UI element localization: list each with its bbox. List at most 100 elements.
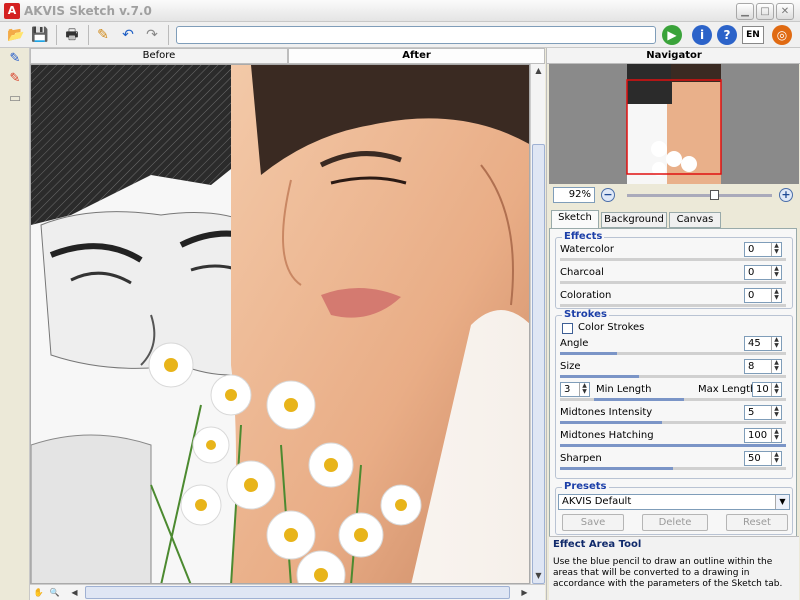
- slider-fill: [560, 467, 673, 470]
- pencil-icon[interactable]: ✎: [93, 25, 113, 45]
- spin-arrows-icon[interactable]: ▲ ▼: [771, 406, 781, 419]
- zoom-out-icon[interactable]: −: [601, 188, 615, 202]
- close-button[interactable]: ✕: [776, 3, 794, 20]
- coloration-spinbox[interactable]: 0 ▲ ▼: [744, 288, 782, 303]
- size-spinbox[interactable]: 8 ▲ ▼: [744, 359, 782, 374]
- delete-preset-button[interactable]: Delete: [642, 514, 708, 531]
- spin-arrows-icon[interactable]: ▲ ▼: [771, 266, 781, 279]
- tab-before[interactable]: Before: [30, 48, 288, 64]
- watercolor-spinbox[interactable]: 0 ▲ ▼: [744, 242, 782, 257]
- spin-arrows-icon[interactable]: ▲ ▼: [771, 452, 781, 465]
- param-coloration: Coloration 0 ▲ ▼: [558, 288, 790, 310]
- midtones-hatching-slider[interactable]: [560, 444, 786, 447]
- slider-fill: [560, 421, 662, 424]
- path-field[interactable]: [176, 26, 656, 44]
- scroll-down-icon[interactable]: ▼: [532, 569, 545, 582]
- horizontal-scrollbar[interactable]: ✋ 🔍 ◀ ▶: [30, 584, 545, 600]
- spin-arrows-icon[interactable]: ▲ ▼: [771, 289, 781, 302]
- akvis-logo-icon: A: [4, 3, 20, 19]
- param-watercolor: Watercolor 0 ▲ ▼: [558, 242, 790, 264]
- hand-tool-icon[interactable]: ✋: [32, 586, 45, 599]
- scroll-right-icon[interactable]: ▶: [518, 586, 531, 599]
- minimize-button[interactable]: ▁: [736, 3, 754, 20]
- window-title: AKVIS Sketch v.7.0: [24, 4, 152, 18]
- spin-arrows-icon[interactable]: ▲ ▼: [771, 337, 781, 350]
- toolbar-separator: [88, 25, 89, 45]
- image-canvas[interactable]: [30, 64, 530, 584]
- spin-value: 45: [748, 338, 761, 349]
- color-strokes-label: Color Strokes: [578, 322, 645, 333]
- param-color-strokes: Color Strokes: [558, 320, 790, 336]
- chevron-down-icon[interactable]: ▼: [775, 495, 789, 509]
- color-strokes-checkbox[interactable]: [562, 323, 573, 334]
- spin-arrows-icon[interactable]: ▲ ▼: [771, 360, 781, 373]
- spin-arrows-icon[interactable]: ▲ ▼: [579, 383, 589, 396]
- settings-button[interactable]: ◎: [772, 25, 792, 45]
- vertical-scroll-thumb[interactable]: [532, 144, 545, 584]
- help-title: Effect Area Tool: [553, 539, 642, 550]
- print-icon[interactable]: 🖶: [62, 25, 82, 45]
- red-pencil-icon[interactable]: ✎: [5, 70, 25, 88]
- spin-arrows-icon[interactable]: ▲ ▼: [771, 429, 781, 442]
- tab-background[interactable]: Background: [601, 212, 667, 228]
- reset-preset-button[interactable]: Reset: [726, 514, 788, 531]
- horizontal-scroll-thumb[interactable]: [85, 586, 510, 599]
- spin-value: 0: [748, 244, 755, 255]
- spin-value: 50: [748, 453, 761, 464]
- settings-icon: ◎: [776, 28, 788, 42]
- angle-spinbox[interactable]: 45 ▲ ▼: [744, 336, 782, 351]
- param-angle: Angle 45 ▲ ▼: [558, 336, 790, 358]
- zoom-tool-icon[interactable]: 🔍: [48, 586, 61, 599]
- view-tabs: Before After: [30, 48, 545, 64]
- param-midtones-intensity: Midtones Intensity 5 ▲ ▼: [558, 405, 790, 427]
- zoom-in-icon[interactable]: +: [779, 188, 793, 202]
- open-icon[interactable]: 📂: [6, 25, 26, 45]
- scroll-left-icon[interactable]: ◀: [68, 586, 81, 599]
- midtones-intensity-spinbox[interactable]: 5 ▲ ▼: [744, 405, 782, 420]
- save-preset-button[interactable]: Save: [562, 514, 624, 531]
- run-button[interactable]: ▶: [662, 25, 682, 45]
- zoom-slider[interactable]: [627, 190, 772, 200]
- toolbar-separator: [168, 25, 169, 45]
- midtones-hatching-spinbox[interactable]: 100 ▲ ▼: [744, 428, 782, 443]
- title-bar: A AKVIS Sketch v.7.0 ▁ □ ✕: [0, 0, 800, 22]
- help-button[interactable]: ?: [717, 25, 737, 45]
- length-range-slider[interactable]: [560, 398, 786, 401]
- zoom-row: 92% − +: [547, 185, 800, 207]
- max-length-spinbox[interactable]: 10 ▲ ▼: [752, 382, 782, 397]
- scroll-up-icon[interactable]: ▲: [532, 64, 545, 77]
- save-icon[interactable]: 💾: [30, 25, 50, 45]
- spin-value: 3: [564, 384, 571, 395]
- preset-select[interactable]: AKVIS Default ▼: [558, 494, 790, 510]
- parameter-tabs: Sketch Background Canvas: [549, 210, 799, 228]
- sharpen-slider[interactable]: [560, 467, 786, 470]
- charcoal-slider[interactable]: [560, 281, 786, 284]
- spin-arrows-icon[interactable]: ▲ ▼: [771, 243, 781, 256]
- zoom-slider-thumb[interactable]: [710, 190, 719, 200]
- maximize-button[interactable]: □: [756, 3, 774, 20]
- min-length-spinbox[interactable]: 3 ▲ ▼: [560, 382, 590, 397]
- sharpen-spinbox[interactable]: 50 ▲ ▼: [744, 451, 782, 466]
- blue-pencil-icon[interactable]: ✎: [5, 50, 25, 68]
- charcoal-spinbox[interactable]: 0 ▲ ▼: [744, 265, 782, 280]
- strokes-group: Strokes Color Strokes Angle 45 ▲▼ Size: [555, 309, 793, 479]
- tab-after[interactable]: After: [288, 48, 545, 64]
- midtones-intensity-slider[interactable]: [560, 421, 786, 424]
- app-window: A AKVIS Sketch v.7.0 ▁ □ ✕ 📂 💾 🖶 ✎ ↶ ↷ ▶…: [0, 0, 800, 600]
- language-button[interactable]: EN: [742, 26, 764, 44]
- redo-icon[interactable]: ↷: [142, 25, 162, 45]
- param-length: 3 ▲ ▼ Min Length Max Length 10 ▲ ▼: [558, 382, 790, 404]
- spin-arrows-icon[interactable]: ▲ ▼: [771, 383, 781, 396]
- watercolor-slider[interactable]: [560, 258, 786, 261]
- undo-icon[interactable]: ↶: [118, 25, 138, 45]
- navigator-preview[interactable]: [549, 64, 799, 184]
- tab-sketch[interactable]: Sketch: [551, 210, 599, 228]
- zoom-field[interactable]: 92%: [553, 187, 595, 203]
- size-slider[interactable]: [560, 375, 786, 378]
- tab-canvas[interactable]: Canvas: [669, 212, 721, 228]
- coloration-slider[interactable]: [560, 304, 786, 307]
- angle-slider[interactable]: [560, 352, 786, 355]
- info-button[interactable]: i: [692, 25, 712, 45]
- vertical-scrollbar[interactable]: ▲ ▼: [530, 64, 545, 584]
- eraser-icon[interactable]: ▭: [5, 90, 25, 108]
